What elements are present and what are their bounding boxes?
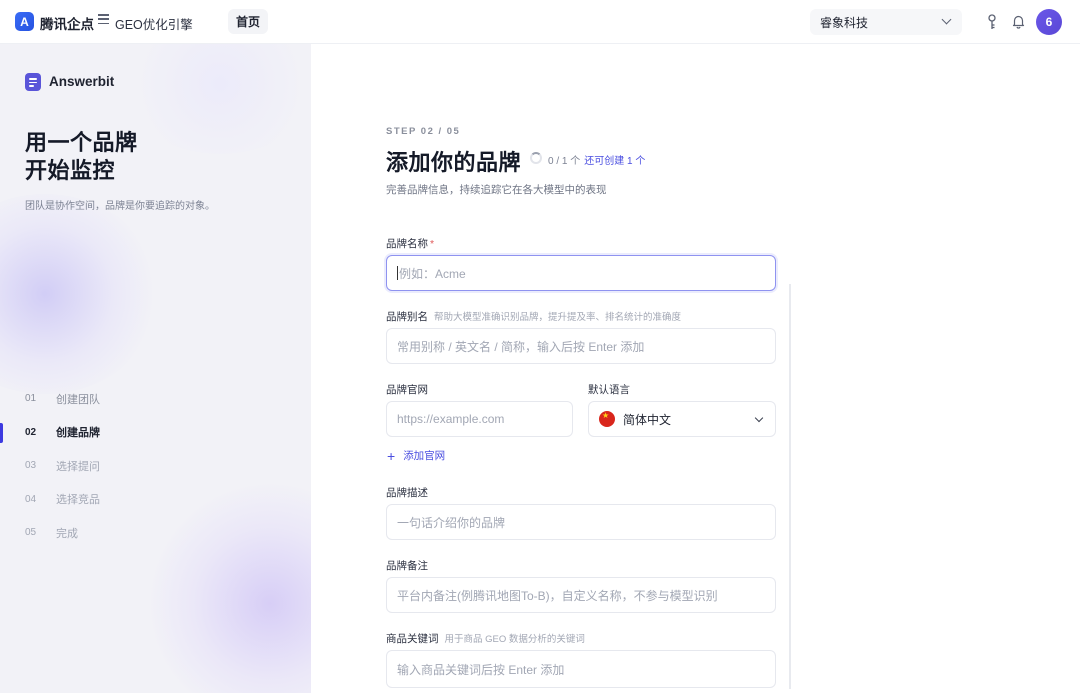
step-item-select-questions[interactable]: 03 选择提问	[0, 449, 311, 483]
step-number: 05	[25, 527, 37, 539]
brand-name-input[interactable]: 例如：Acme	[386, 255, 776, 291]
required-mark: *	[430, 238, 435, 250]
brand-note-input[interactable]: 平台内备注(例腾讯地图To-B)，自定义名称，不参与模型识别	[386, 577, 776, 613]
chevron-down-icon	[941, 14, 952, 25]
decorative-glow	[120, 44, 311, 154]
sidebar-panel: Answerbit 用一个品牌 开始监控 团队是协作空间，品牌是你要追踪的对象。…	[0, 44, 311, 693]
brand-name-label: 品牌名称 *	[386, 236, 434, 251]
step-number: 02	[25, 426, 37, 438]
step-label: 完成	[56, 527, 78, 540]
step-list: 01 创建团队 02 创建品牌 03 选择提问 04 选择竞品 05 完成	[0, 382, 311, 550]
brand-description-input[interactable]: 一句话介绍你的品牌	[386, 504, 776, 540]
add-website-button[interactable]: + 添加官网	[387, 448, 445, 463]
key-icon[interactable]	[986, 14, 998, 30]
step-label: 选择提问	[56, 460, 100, 473]
step-item-create-brand[interactable]: 02 创建品牌	[0, 416, 311, 450]
product-keyword-input[interactable]: 输入商品关键词后按 Enter 添加	[386, 650, 776, 688]
page-title: 添加你的品牌	[386, 150, 522, 175]
text-caret	[397, 266, 398, 280]
step-label: 创建品牌	[56, 427, 100, 440]
product-name[interactable]: GEO优化引擎	[115, 14, 193, 33]
form-scrollbar[interactable]	[789, 284, 791, 689]
brand-quota-link[interactable]: 还可创建 1 个	[584, 156, 645, 167]
hero-subtitle: 团队是协作空间，品牌是你要追踪的对象。	[25, 201, 215, 212]
app-logo-icon[interactable]: A	[15, 12, 34, 31]
brand-count: 0 / 1 个还可创建 1 个	[548, 152, 645, 167]
brand-alias-label: 品牌别名 帮助大模型准确识别品牌，提升提及率、排名统计的准确度	[386, 309, 681, 324]
default-language-select[interactable]: 简体中文	[588, 401, 776, 437]
add-website-label: 添加官网	[403, 450, 446, 462]
tab-home[interactable]: 首页	[228, 9, 268, 34]
avatar[interactable]: 6	[1036, 9, 1062, 35]
step-item-finish[interactable]: 05 完成	[0, 516, 311, 550]
product-keyword-label-text: 商品关键词	[386, 633, 439, 645]
step-number: 01	[25, 393, 37, 405]
brand-count-value: 0 / 1 个	[548, 156, 581, 167]
brand-description-label: 品牌描述	[386, 487, 428, 499]
page-subtitle: 完善品牌信息，持续追踪它在各大模型中的表现	[386, 184, 607, 196]
progress-ring-icon	[530, 152, 542, 164]
hero-title: 用一个品牌 开始监控	[25, 129, 138, 185]
product-keyword-hint: 用于商品 GEO 数据分析的关键词	[444, 634, 585, 645]
app-title[interactable]: 腾讯企点	[40, 13, 94, 33]
step-number: 03	[25, 460, 37, 472]
brand-name-label-text: 品牌名称	[386, 238, 428, 250]
brand-alias-placeholder: 常用别称 / 英文名 / 简称，输入后按 Enter 添加	[397, 339, 645, 354]
answerbit-logo-icon	[25, 73, 41, 91]
menu-icon[interactable]	[98, 14, 109, 25]
brand-website-placeholder: https://example.com	[397, 412, 505, 426]
brand-note-label: 品牌备注	[386, 560, 428, 572]
bell-icon[interactable]	[1012, 14, 1025, 29]
brand-alias-input[interactable]: 常用别称 / 英文名 / 简称，输入后按 Enter 添加	[386, 328, 776, 364]
step-item-select-competitors[interactable]: 04 选择竞品	[0, 483, 311, 517]
hero-line-1: 用一个品牌	[25, 130, 138, 155]
decorative-glow	[0, 194, 160, 394]
hero-line-2: 开始监控	[25, 158, 116, 183]
chevron-down-icon	[754, 413, 764, 423]
default-language-label: 默认语言	[588, 384, 630, 396]
step-label: 创建团队	[56, 393, 100, 406]
brand-alias-hint: 帮助大模型准确识别品牌，提升提及率、排名统计的准确度	[434, 312, 682, 323]
org-select[interactable]: 睿象科技	[810, 9, 962, 35]
china-flag-icon	[599, 411, 615, 427]
main-form-panel: STEP 02 / 05 添加你的品牌 0 / 1 个还可创建 1 个 完善品牌…	[311, 44, 1080, 693]
product-keyword-label: 商品关键词 用于商品 GEO 数据分析的关键词	[386, 631, 585, 646]
brand-note-placeholder: 平台内备注(例腾讯地图To-B)，自定义名称，不参与模型识别	[397, 588, 718, 603]
product-keyword-placeholder: 输入商品关键词后按 Enter 添加	[397, 662, 565, 677]
default-language-value: 简体中文	[623, 412, 672, 427]
brand-name-placeholder: 例如：Acme	[399, 266, 466, 281]
top-bar: A 腾讯企点 GEO优化引擎 首页 睿象科技 6	[0, 0, 1080, 44]
brand-alias-label-text: 品牌别名	[386, 311, 428, 323]
brand-website-label: 品牌官网	[386, 384, 428, 396]
org-select-value: 睿象科技	[820, 15, 869, 30]
brand-description-placeholder: 一句话介绍你的品牌	[397, 515, 506, 530]
step-number: 04	[25, 493, 37, 505]
step-indicator: STEP 02 / 05	[386, 126, 461, 137]
brand-name: Answerbit	[49, 74, 115, 89]
step-label: 选择竞品	[56, 494, 100, 507]
step-item-create-team[interactable]: 01 创建团队	[0, 382, 311, 416]
brand-website-input[interactable]: https://example.com	[386, 401, 573, 437]
plus-icon: +	[387, 447, 396, 464]
